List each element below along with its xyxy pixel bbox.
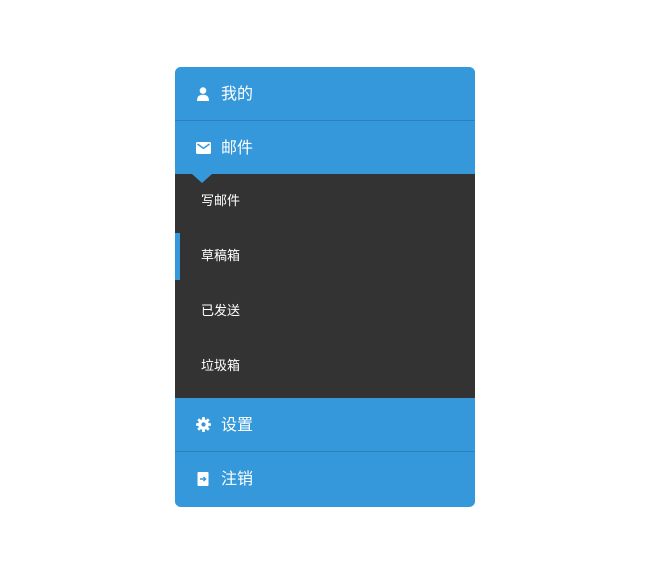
submenu-item-label: 垃圾箱 bbox=[201, 358, 241, 374]
menu-item-label: 邮件 bbox=[221, 137, 254, 157]
submenu-item-label: 草稿箱 bbox=[201, 248, 241, 264]
mail-icon bbox=[195, 140, 211, 156]
submenu-item-compose[interactable]: 写邮件 bbox=[175, 174, 475, 229]
user-icon bbox=[195, 86, 211, 102]
submenu-item-label: 已发送 bbox=[201, 303, 241, 319]
menu-item-logout[interactable]: 注销 bbox=[175, 452, 475, 505]
menu-item-label: 我的 bbox=[221, 83, 254, 103]
menu-item-mine[interactable]: 我的 bbox=[175, 67, 475, 121]
mail-submenu: 写邮件 草稿箱 已发送 垃圾箱 bbox=[175, 174, 475, 398]
submenu-item-trash[interactable]: 垃圾箱 bbox=[175, 339, 475, 394]
expanded-caret bbox=[192, 174, 212, 183]
logout-icon bbox=[195, 471, 211, 487]
submenu-item-sent[interactable]: 已发送 bbox=[175, 284, 475, 339]
gear-icon bbox=[195, 417, 211, 433]
submenu-item-label: 写邮件 bbox=[201, 193, 241, 209]
menu-item-label: 设置 bbox=[221, 414, 254, 434]
menu-item-label: 注销 bbox=[221, 468, 254, 488]
menu-item-settings[interactable]: 设置 bbox=[175, 398, 475, 452]
menu-item-mail[interactable]: 邮件 bbox=[175, 121, 475, 183]
submenu-item-drafts[interactable]: 草稿箱 bbox=[175, 229, 475, 284]
sidebar-menu: 我的 邮件 写邮件 草稿箱 已发送 垃圾箱 设置 注销 bbox=[175, 67, 475, 507]
